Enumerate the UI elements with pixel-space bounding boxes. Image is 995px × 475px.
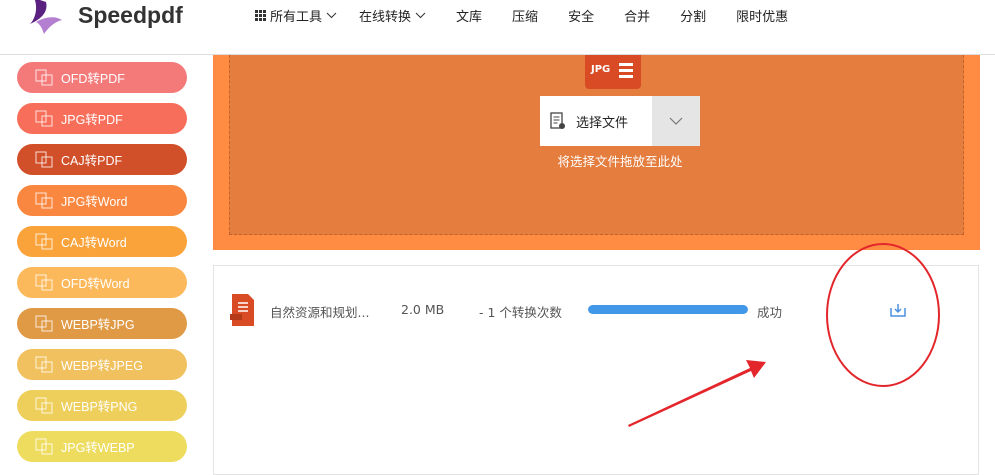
highlight-ellipse (826, 243, 940, 387)
annotation-arrow (628, 360, 766, 427)
annotation-overlay (628, 243, 940, 427)
